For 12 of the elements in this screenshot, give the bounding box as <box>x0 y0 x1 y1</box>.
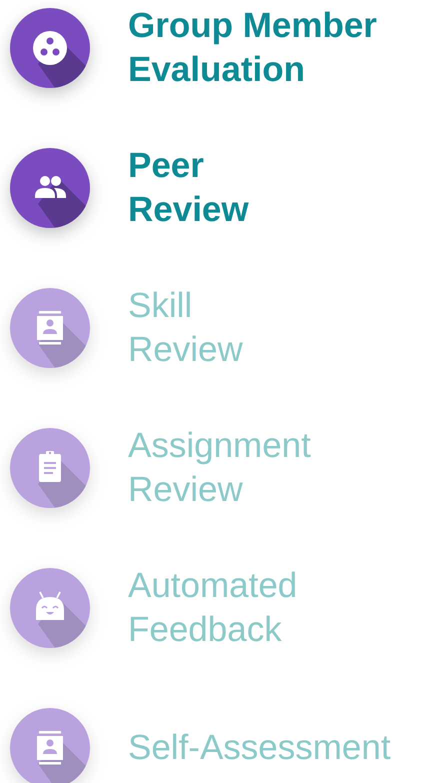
contact-card-icon <box>8 706 92 783</box>
menu-item-label[interactable]: Peer Review <box>128 144 249 232</box>
clipboard-icon <box>8 426 92 510</box>
people-icon <box>8 146 92 230</box>
film-reel-icon <box>8 6 92 90</box>
menu-item-label[interactable]: Assignment Review <box>128 424 311 512</box>
menu-item-label[interactable]: Skill Review <box>128 284 243 372</box>
menu-item-label[interactable]: Group Member Evaluation <box>128 4 377 92</box>
menu-item-label[interactable]: Automated Feedback <box>128 564 298 652</box>
robot-face-icon <box>8 566 92 650</box>
menu-item-label[interactable]: Self-Assessment <box>128 726 391 770</box>
contact-card-icon <box>8 286 92 370</box>
